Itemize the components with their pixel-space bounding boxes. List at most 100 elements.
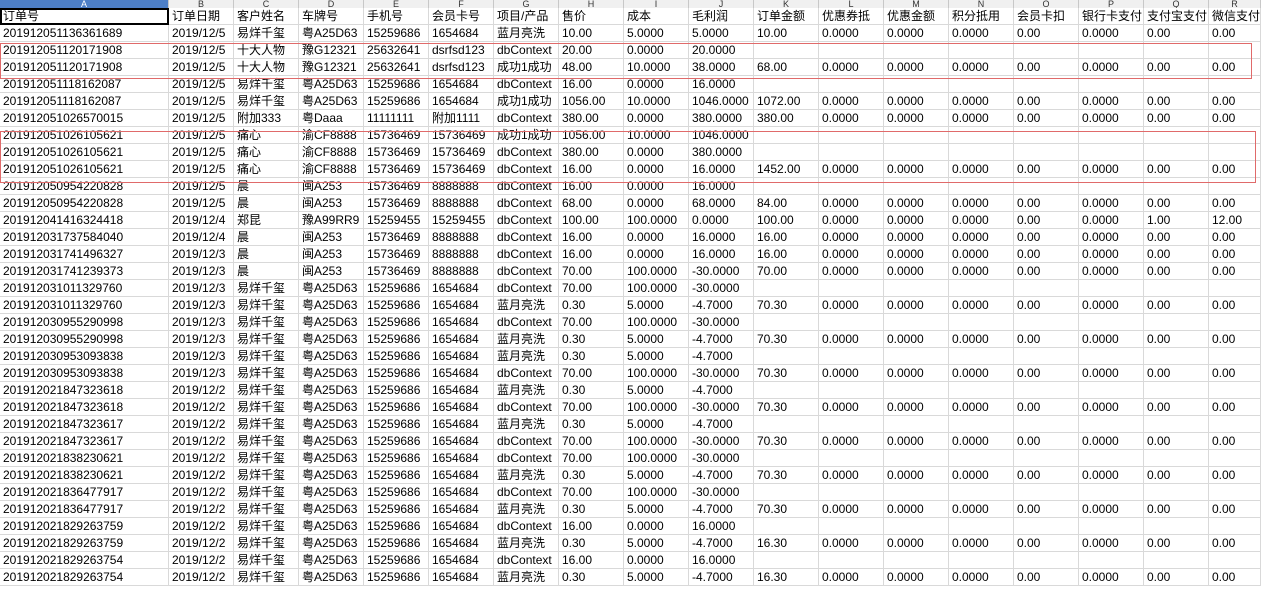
cell-j[interactable]: -4.7000 bbox=[689, 348, 754, 365]
cell-b[interactable]: 2019/12/2 bbox=[169, 467, 234, 484]
cell-f[interactable]: 1654684 bbox=[429, 297, 494, 314]
cell-m[interactable] bbox=[884, 76, 949, 93]
cell-n[interactable] bbox=[949, 144, 1014, 161]
cell-h[interactable]: 10.00 bbox=[559, 25, 624, 42]
cell-n[interactable] bbox=[949, 280, 1014, 297]
cell-g[interactable]: dbContext bbox=[494, 144, 559, 161]
cell-r[interactable]: 0.00 bbox=[1209, 467, 1261, 484]
cell-g[interactable]: 蓝月亮洗 bbox=[494, 297, 559, 314]
cell-m[interactable] bbox=[884, 178, 949, 195]
cell-e[interactable]: 15259686 bbox=[364, 552, 429, 569]
cell-r[interactable]: 0.00 bbox=[1209, 263, 1261, 280]
cell-l[interactable]: 0.0000 bbox=[819, 195, 884, 212]
cell-j[interactable]: 1046.0000 bbox=[689, 93, 754, 110]
cell-b[interactable]: 2019/12/5 bbox=[169, 144, 234, 161]
cell-j[interactable]: -30.0000 bbox=[689, 263, 754, 280]
cell-g[interactable]: 蓝月亮洗 bbox=[494, 416, 559, 433]
cell-q[interactable]: 0.00 bbox=[1144, 263, 1209, 280]
cell-c[interactable]: 附加333 bbox=[234, 110, 299, 127]
cell-a[interactable]: 201912021829263754 bbox=[0, 569, 169, 586]
column-letter-k[interactable]: K bbox=[754, 0, 819, 8]
cell-l[interactable] bbox=[819, 484, 884, 501]
header-cell-j[interactable]: 毛利润 bbox=[689, 8, 754, 25]
cell-o[interactable]: 0.00 bbox=[1014, 161, 1079, 178]
cell-k[interactable] bbox=[754, 484, 819, 501]
cell-m[interactable]: 0.0000 bbox=[884, 501, 949, 518]
cell-h[interactable]: 70.00 bbox=[559, 433, 624, 450]
cell-g[interactable]: dbContext bbox=[494, 161, 559, 178]
cell-i[interactable]: 0.0000 bbox=[624, 144, 689, 161]
cell-d[interactable]: 粤Daaa bbox=[299, 110, 364, 127]
cell-d[interactable]: 粤A25D63 bbox=[299, 93, 364, 110]
cell-a[interactable]: 201912021838230621 bbox=[0, 467, 169, 484]
cell-i[interactable]: 0.0000 bbox=[624, 195, 689, 212]
cell-e[interactable]: 15259686 bbox=[364, 297, 429, 314]
cell-j[interactable]: 0.0000 bbox=[689, 212, 754, 229]
cell-l[interactable] bbox=[819, 76, 884, 93]
cell-r[interactable]: 0.00 bbox=[1209, 399, 1261, 416]
cell-n[interactable] bbox=[949, 416, 1014, 433]
cell-e[interactable]: 15736469 bbox=[364, 246, 429, 263]
cell-c[interactable]: 晨 bbox=[234, 178, 299, 195]
cell-b[interactable]: 2019/12/2 bbox=[169, 433, 234, 450]
cell-k[interactable] bbox=[754, 450, 819, 467]
cell-m[interactable]: 0.0000 bbox=[884, 297, 949, 314]
cell-p[interactable]: 0.0000 bbox=[1079, 195, 1144, 212]
cell-a[interactable]: 201912021836477917 bbox=[0, 484, 169, 501]
cell-i[interactable]: 0.0000 bbox=[624, 246, 689, 263]
cell-o[interactable]: 0.00 bbox=[1014, 467, 1079, 484]
cell-c[interactable]: 易烊千玺 bbox=[234, 25, 299, 42]
cell-e[interactable]: 15259686 bbox=[364, 93, 429, 110]
cell-g[interactable]: 成功1成功 bbox=[494, 93, 559, 110]
cell-b[interactable]: 2019/12/3 bbox=[169, 280, 234, 297]
cell-c[interactable]: 易烊千玺 bbox=[234, 467, 299, 484]
cell-o[interactable]: 0.00 bbox=[1014, 195, 1079, 212]
cell-e[interactable]: 15259686 bbox=[364, 535, 429, 552]
cell-g[interactable]: dbContext bbox=[494, 484, 559, 501]
cell-a[interactable]: 201912031737584040 bbox=[0, 229, 169, 246]
cell-j[interactable]: -30.0000 bbox=[689, 433, 754, 450]
cell-q[interactable]: 0.00 bbox=[1144, 229, 1209, 246]
cell-h[interactable]: 16.00 bbox=[559, 161, 624, 178]
column-letter-c[interactable]: C bbox=[234, 0, 299, 8]
cell-l[interactable] bbox=[819, 518, 884, 535]
cell-b[interactable]: 2019/12/5 bbox=[169, 110, 234, 127]
cell-m[interactable]: 0.0000 bbox=[884, 246, 949, 263]
cell-d[interactable]: 粤A25D63 bbox=[299, 484, 364, 501]
cell-q[interactable]: 1.00 bbox=[1144, 212, 1209, 229]
cell-j[interactable]: 38.0000 bbox=[689, 59, 754, 76]
cell-o[interactable] bbox=[1014, 178, 1079, 195]
cell-p[interactable] bbox=[1079, 518, 1144, 535]
column-letter-j[interactable]: J bbox=[689, 0, 754, 8]
cell-m[interactable]: 0.0000 bbox=[884, 263, 949, 280]
cell-d[interactable]: 渝CF8888 bbox=[299, 144, 364, 161]
cell-a[interactable]: 201912030953093838 bbox=[0, 365, 169, 382]
header-cell-h[interactable]: 售价 bbox=[559, 8, 624, 25]
cell-i[interactable]: 5.0000 bbox=[624, 25, 689, 42]
cell-a[interactable]: 201912051118162087 bbox=[0, 76, 169, 93]
cell-q[interactable] bbox=[1144, 178, 1209, 195]
cell-l[interactable] bbox=[819, 280, 884, 297]
cell-e[interactable]: 15736469 bbox=[364, 195, 429, 212]
cell-b[interactable]: 2019/12/3 bbox=[169, 348, 234, 365]
cell-p[interactable] bbox=[1079, 484, 1144, 501]
cell-q[interactable]: 0.00 bbox=[1144, 501, 1209, 518]
cell-k[interactable] bbox=[754, 518, 819, 535]
cell-n[interactable] bbox=[949, 178, 1014, 195]
cell-c[interactable]: 易烊千玺 bbox=[234, 93, 299, 110]
cell-p[interactable]: 0.0000 bbox=[1079, 331, 1144, 348]
cell-j[interactable]: 1046.0000 bbox=[689, 127, 754, 144]
cell-q[interactable]: 0.00 bbox=[1144, 246, 1209, 263]
cell-h[interactable]: 0.30 bbox=[559, 501, 624, 518]
cell-e[interactable]: 15259686 bbox=[364, 348, 429, 365]
cell-q[interactable]: 0.00 bbox=[1144, 433, 1209, 450]
cell-c[interactable]: 痛心 bbox=[234, 144, 299, 161]
cell-q[interactable] bbox=[1144, 42, 1209, 59]
cell-k[interactable]: 70.30 bbox=[754, 331, 819, 348]
cell-a[interactable]: 201912021829263759 bbox=[0, 518, 169, 535]
cell-a[interactable]: 201912051026570015 bbox=[0, 110, 169, 127]
cell-o[interactable]: 0.00 bbox=[1014, 229, 1079, 246]
cell-n[interactable]: 0.0000 bbox=[949, 467, 1014, 484]
cell-f[interactable]: 1654684 bbox=[429, 314, 494, 331]
cell-m[interactable]: 0.0000 bbox=[884, 535, 949, 552]
